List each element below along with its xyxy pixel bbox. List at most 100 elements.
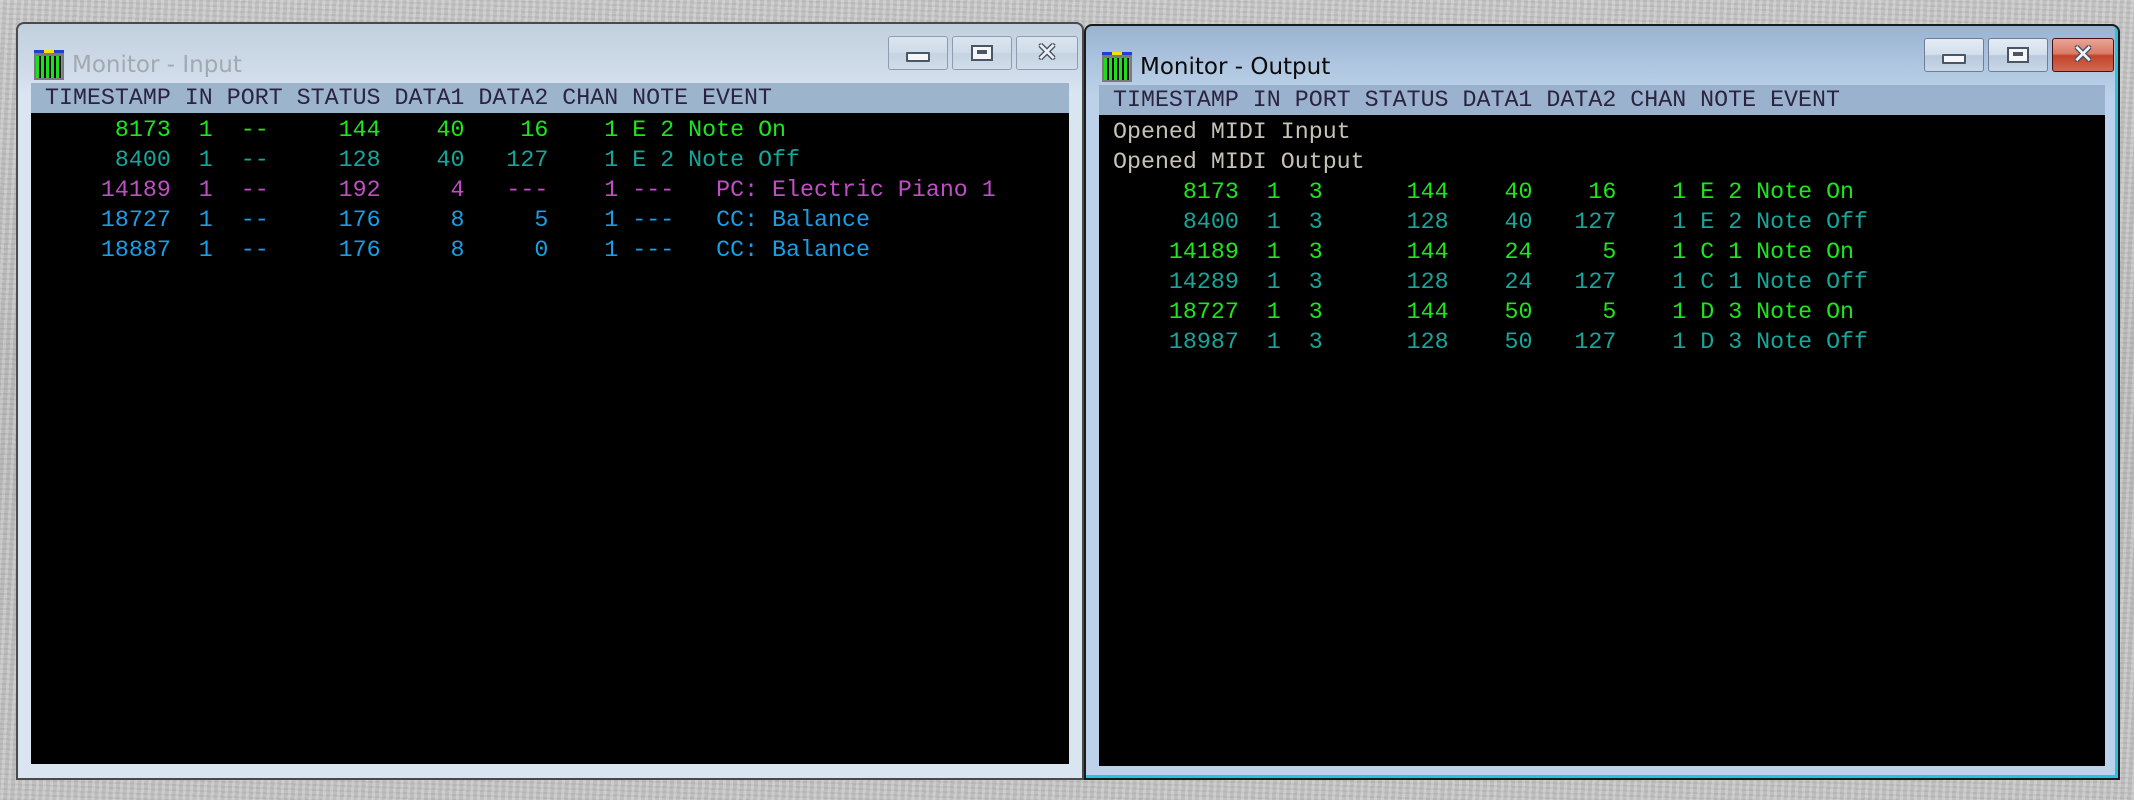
cell-note: E 2	[632, 147, 675, 173]
cell-status: 144	[1364, 179, 1449, 205]
minimize-button[interactable]	[888, 36, 948, 70]
cell-event: Note Off	[1756, 269, 1869, 295]
cell-note: C 1	[1700, 269, 1743, 295]
cell-in: 1	[184, 147, 213, 173]
cell-chan: 1	[1630, 299, 1687, 325]
cell-port: --	[226, 237, 283, 263]
event-row: 18727 1 -- 176 8 5 1 --- CC: Balance	[45, 205, 1069, 235]
maximize-button[interactable]	[1988, 38, 2048, 72]
event-row: 18727 1 3 144 50 5 1 D 3 Note On	[1113, 297, 2105, 327]
cell-event: Note On	[1756, 299, 1855, 325]
cell-status: 192	[296, 177, 381, 203]
cell-in: 1	[1252, 299, 1281, 325]
cell-chan: 1	[1630, 239, 1687, 265]
cell-note: E 2	[1700, 209, 1743, 235]
cell-in: 1	[184, 237, 213, 263]
cell-timestamp: 8173	[45, 117, 171, 143]
maximize-icon	[2007, 47, 2029, 63]
cell-data2: 0	[478, 237, 549, 263]
cell-data1: 40	[1462, 179, 1533, 205]
cell-timestamp: 14189	[1113, 239, 1239, 265]
cell-port: --	[226, 147, 283, 173]
event-row: 8173 1 -- 144 40 16 1 E 2 Note On	[45, 115, 1069, 145]
cell-in: 1	[1252, 269, 1281, 295]
event-row: 14289 1 3 128 24 127 1 C 1 Note Off	[1113, 267, 2105, 297]
cell-note: ---	[632, 177, 675, 203]
cell-in: 1	[1252, 179, 1281, 205]
close-icon: ✕	[2072, 40, 2094, 70]
midi-monitor-icon	[1102, 52, 1132, 82]
maximize-button[interactable]	[952, 36, 1012, 70]
event-log[interactable]: 8173 1 -- 144 40 16 1 E 2 Note On 8400 1…	[31, 113, 1069, 764]
monitor-output-window[interactable]: Monitor - Output ✕ TIMESTAMP IN PORT STA…	[1084, 24, 2120, 780]
cell-port: --	[226, 177, 283, 203]
cell-port: 3	[1294, 239, 1351, 265]
cell-in: 1	[184, 207, 213, 233]
cell-chan: 1	[562, 147, 619, 173]
event-row: 8400 1 3 128 40 127 1 E 2 Note Off	[1113, 207, 2105, 237]
cell-data2: 5	[1546, 299, 1617, 325]
event-log[interactable]: Opened MIDI Input Opened MIDI Output 8173…	[1099, 115, 2105, 766]
event-row: 14189 1 3 144 24 5 1 C 1 Note On	[1113, 237, 2105, 267]
cell-data1: 8	[394, 237, 465, 263]
cell-timestamp: 14189	[45, 177, 171, 203]
cell-data2: 127	[1546, 269, 1617, 295]
cell-chan: 1	[1630, 209, 1687, 235]
window-title: Monitor - Output	[1140, 54, 1331, 80]
cell-status: 176	[296, 237, 381, 263]
title-bar[interactable]: Monitor - Input ✕	[18, 24, 1082, 84]
cell-status: 176	[296, 207, 381, 233]
cell-note: D 3	[1700, 299, 1743, 325]
cell-note: ---	[632, 207, 675, 233]
cell-chan: 1	[562, 237, 619, 263]
cell-note: E 2	[632, 117, 675, 143]
caption-buttons: ✕	[1924, 38, 2114, 72]
cell-port: --	[226, 207, 283, 233]
close-icon: ✕	[1036, 38, 1058, 68]
cell-event: Note Off	[688, 147, 801, 173]
close-button[interactable]: ✕	[2052, 38, 2114, 72]
minimize-button[interactable]	[1924, 38, 1984, 72]
event-row: 8400 1 -- 128 40 127 1 E 2 Note Off	[45, 145, 1069, 175]
cell-data2: 5	[478, 207, 549, 233]
title-bar[interactable]: Monitor - Output ✕	[1086, 26, 2118, 86]
cell-timestamp: 8400	[1113, 209, 1239, 235]
monitor-input-window[interactable]: Monitor - Input ✕ TIMESTAMP IN PORT STAT…	[16, 22, 1084, 780]
cell-chan: 1	[1630, 179, 1687, 205]
column-header: TIMESTAMP IN PORT STATUS DATA1 DATA2 CHA…	[1099, 85, 2105, 115]
cell-event: Note On	[1756, 179, 1855, 205]
log-message: Opened MIDI Output	[1113, 149, 1365, 175]
minimize-icon	[1942, 54, 1966, 64]
cell-timestamp: 18727	[1113, 299, 1239, 325]
cell-data2: 127	[478, 147, 549, 173]
cell-data1: 40	[394, 147, 465, 173]
cell-port: 3	[1294, 299, 1351, 325]
column-header: TIMESTAMP IN PORT STATUS DATA1 DATA2 CHA…	[31, 83, 1069, 113]
maximize-icon	[971, 45, 993, 61]
cell-port: 3	[1294, 329, 1351, 355]
cell-note: C 1	[1700, 239, 1743, 265]
cell-event: PC: Electric Piano 1	[716, 177, 996, 203]
cell-timestamp: 8400	[45, 147, 171, 173]
cell-event: CC: Balance	[716, 207, 870, 233]
cell-chan: 1	[1630, 269, 1687, 295]
cell-data1: 8	[394, 207, 465, 233]
cell-event: Note Off	[1756, 209, 1869, 235]
cell-data2: 5	[1546, 239, 1617, 265]
cell-event: CC: Balance	[716, 237, 870, 263]
cell-status: 128	[1364, 209, 1449, 235]
cell-event: Note On	[688, 117, 787, 143]
cell-event: Note Off	[1756, 329, 1869, 355]
cell-status: 128	[1364, 329, 1449, 355]
cell-event: Note On	[1756, 239, 1855, 265]
cell-data1: 24	[1462, 269, 1533, 295]
close-button[interactable]: ✕	[1016, 36, 1078, 70]
cell-data1: 40	[394, 117, 465, 143]
cell-data2: 16	[478, 117, 549, 143]
cell-in: 1	[184, 177, 213, 203]
cell-status: 128	[296, 147, 381, 173]
cell-note: D 3	[1700, 329, 1743, 355]
cell-port: 3	[1294, 179, 1351, 205]
cell-in: 1	[1252, 209, 1281, 235]
cell-in: 1	[1252, 329, 1281, 355]
